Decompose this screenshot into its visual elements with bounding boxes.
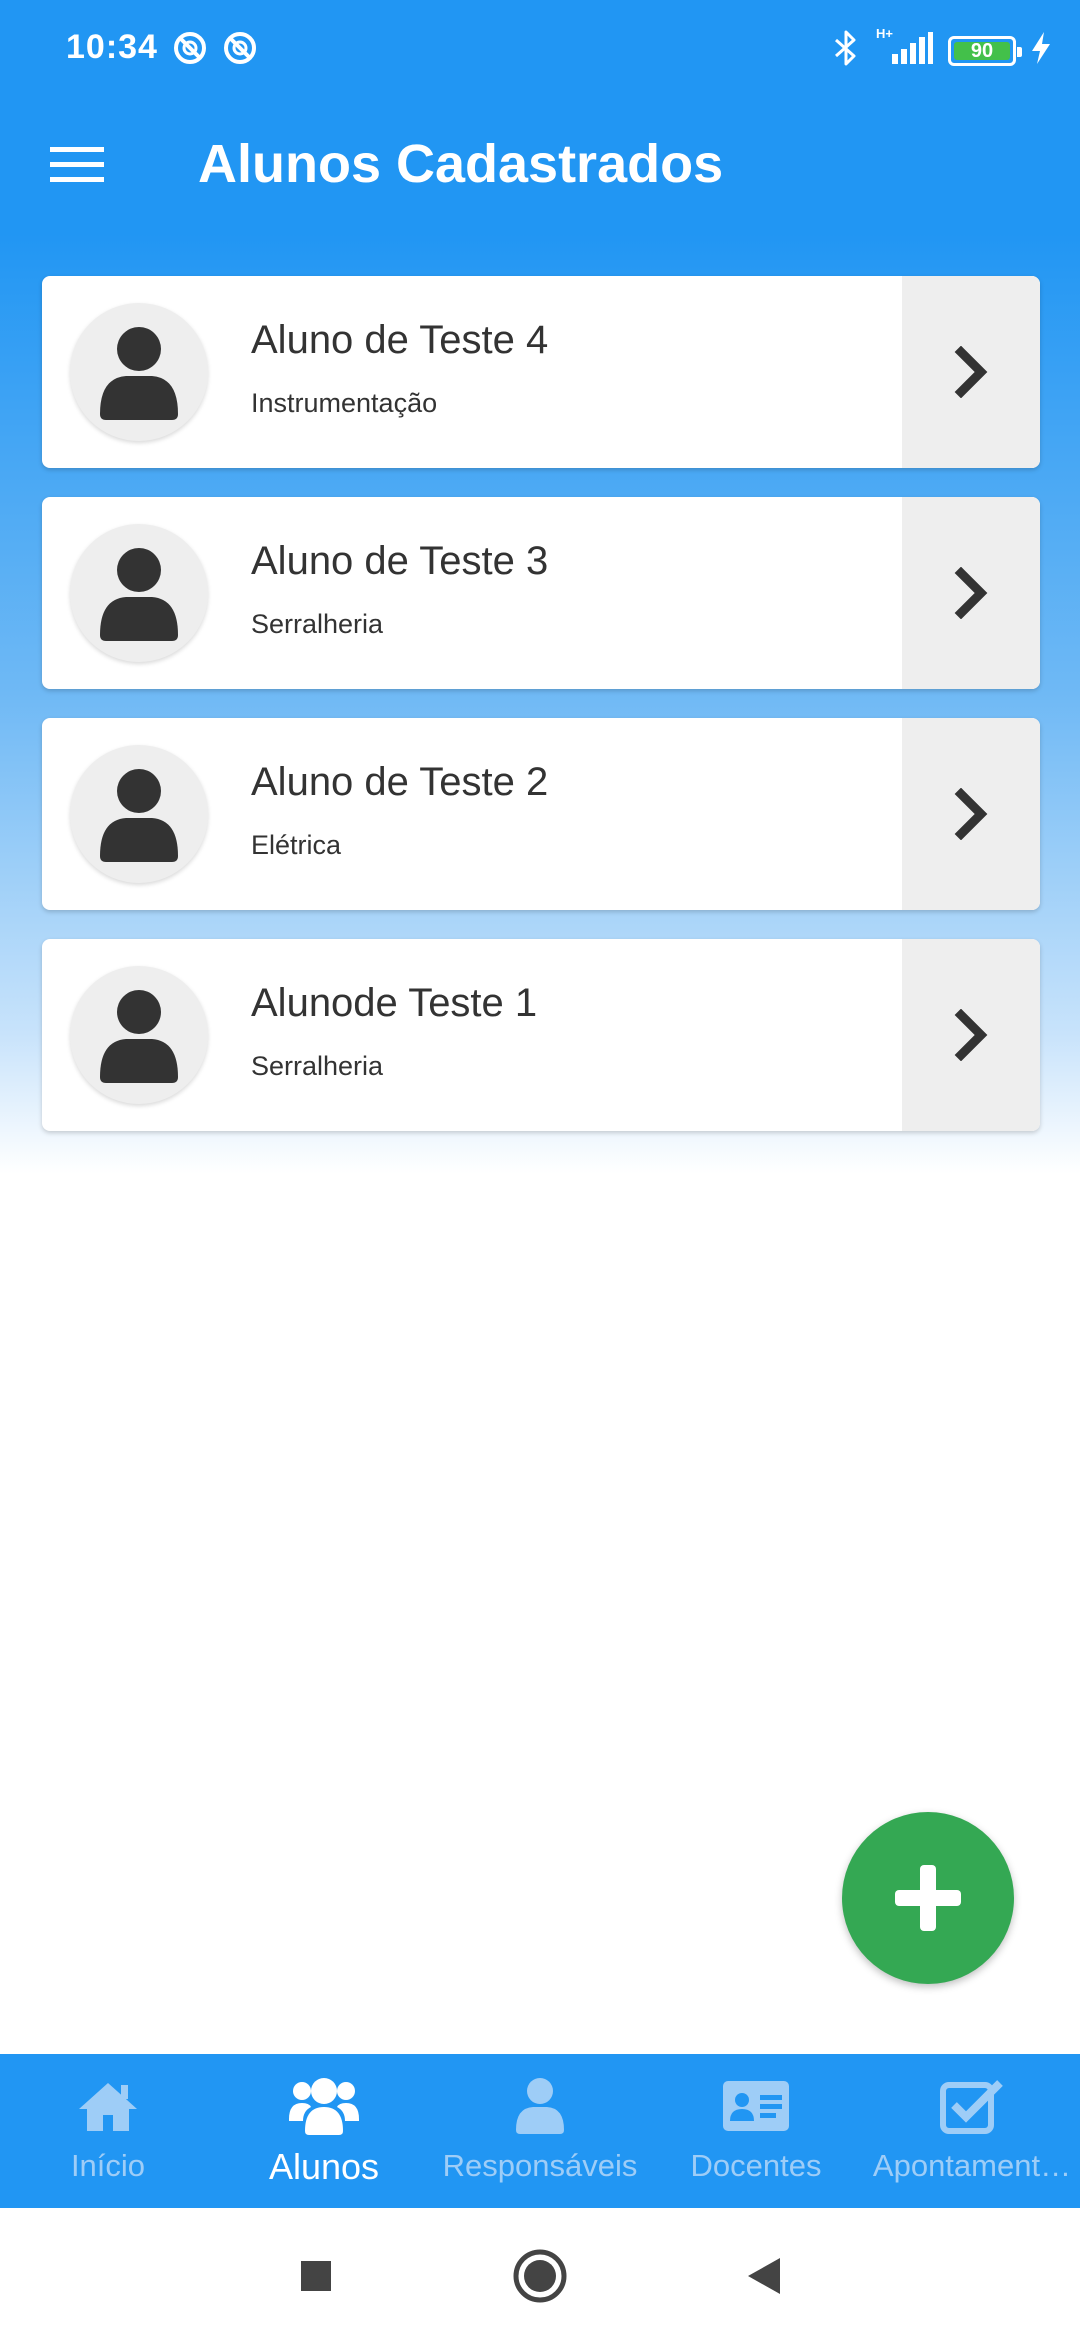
nav-label: Docentes [690,2148,822,2183]
recents-button[interactable] [288,2248,344,2304]
nav-item-responsaveis[interactable]: Responsáveis [432,2054,648,2208]
nav-label: Alunos [268,2146,380,2187]
user-icon [100,769,178,862]
nav-item-apontamentos[interactable]: Apontament… [864,2054,1080,2208]
app-bar: Alunos Cadastrados [0,100,1080,234]
circle-icon [513,2249,567,2303]
bluetooth-icon [832,28,860,73]
checkbox-icon [940,2080,1003,2134]
open-student-button[interactable] [902,718,1040,910]
user-icon [516,2078,564,2134]
battery-icon: 90 [948,35,1022,66]
status-icons-left [172,30,258,71]
nav-item-alunos[interactable]: Alunos [216,2054,432,2208]
open-student-button[interactable] [902,939,1040,1131]
student-name: Aluno de Teste 3 [251,539,549,583]
bottom-nav: Início Alunos Responsáveis Docentes Apon… [0,2054,1080,2208]
user-icon [100,990,178,1083]
chevron-right-icon [954,788,988,840]
hamburger-menu-icon [50,145,104,190]
avatar [70,745,208,883]
nav-label: Apontament… [872,2148,1072,2183]
student-card[interactable]: Alunode Teste 1 Serralheria [42,939,1040,1131]
avatar [70,524,208,662]
student-list-area: Aluno de Teste 4 Instrumentação Aluno de… [0,234,1080,2054]
chevron-right-icon [954,1009,988,1061]
triangle-back-icon [748,2258,780,2294]
chevron-right-icon [954,346,988,398]
nav-label: Responsáveis [442,2148,638,2183]
id-card-icon [723,2081,789,2131]
home-icon [79,2083,137,2131]
users-icon [289,2078,359,2135]
menu-button[interactable] [40,130,114,204]
battery-level: 90 [970,39,994,62]
student-course: Instrumentação [251,388,438,418]
network-type: H+ [876,26,893,41]
sync-off-icon [172,30,208,71]
plus-icon [895,1865,961,1931]
avatar [70,303,208,441]
user-icon [100,327,178,420]
open-student-button[interactable] [902,276,1040,468]
home-button[interactable] [512,2248,568,2304]
charging-icon [1030,31,1052,70]
student-card[interactable]: Aluno de Teste 4 Instrumentação [42,276,1040,468]
page-title: Alunos Cadastrados [198,134,724,194]
student-name: Aluno de Teste 4 [251,318,549,362]
status-time: 10:34 [66,28,158,66]
nav-item-docentes[interactable]: Docentes [648,2054,864,2208]
signal-icon: H+ [874,26,934,71]
status-icons-right: H+ 90 [832,26,1052,73]
nav-label: Início [70,2148,146,2183]
student-name: Alunode Teste 1 [251,981,538,1025]
square-icon [301,2261,331,2291]
system-nav-bar [0,2208,1080,2340]
student-course: Elétrica [251,830,342,860]
student-name: Aluno de Teste 2 [251,760,549,804]
chevron-right-icon [954,567,988,619]
user-icon [100,548,178,641]
student-course: Serralheria [251,609,384,639]
status-bar: 10:34 H+ 90 [0,0,1080,100]
sync-off-icon [222,30,258,71]
student-course: Serralheria [251,1051,384,1081]
back-button[interactable] [736,2248,792,2304]
avatar [70,966,208,1104]
open-student-button[interactable] [902,497,1040,689]
student-card[interactable]: Aluno de Teste 3 Serralheria [42,497,1040,689]
add-student-button[interactable] [842,1812,1014,1984]
student-card[interactable]: Aluno de Teste 2 Elétrica [42,718,1040,910]
nav-item-inicio[interactable]: Início [0,2054,216,2208]
